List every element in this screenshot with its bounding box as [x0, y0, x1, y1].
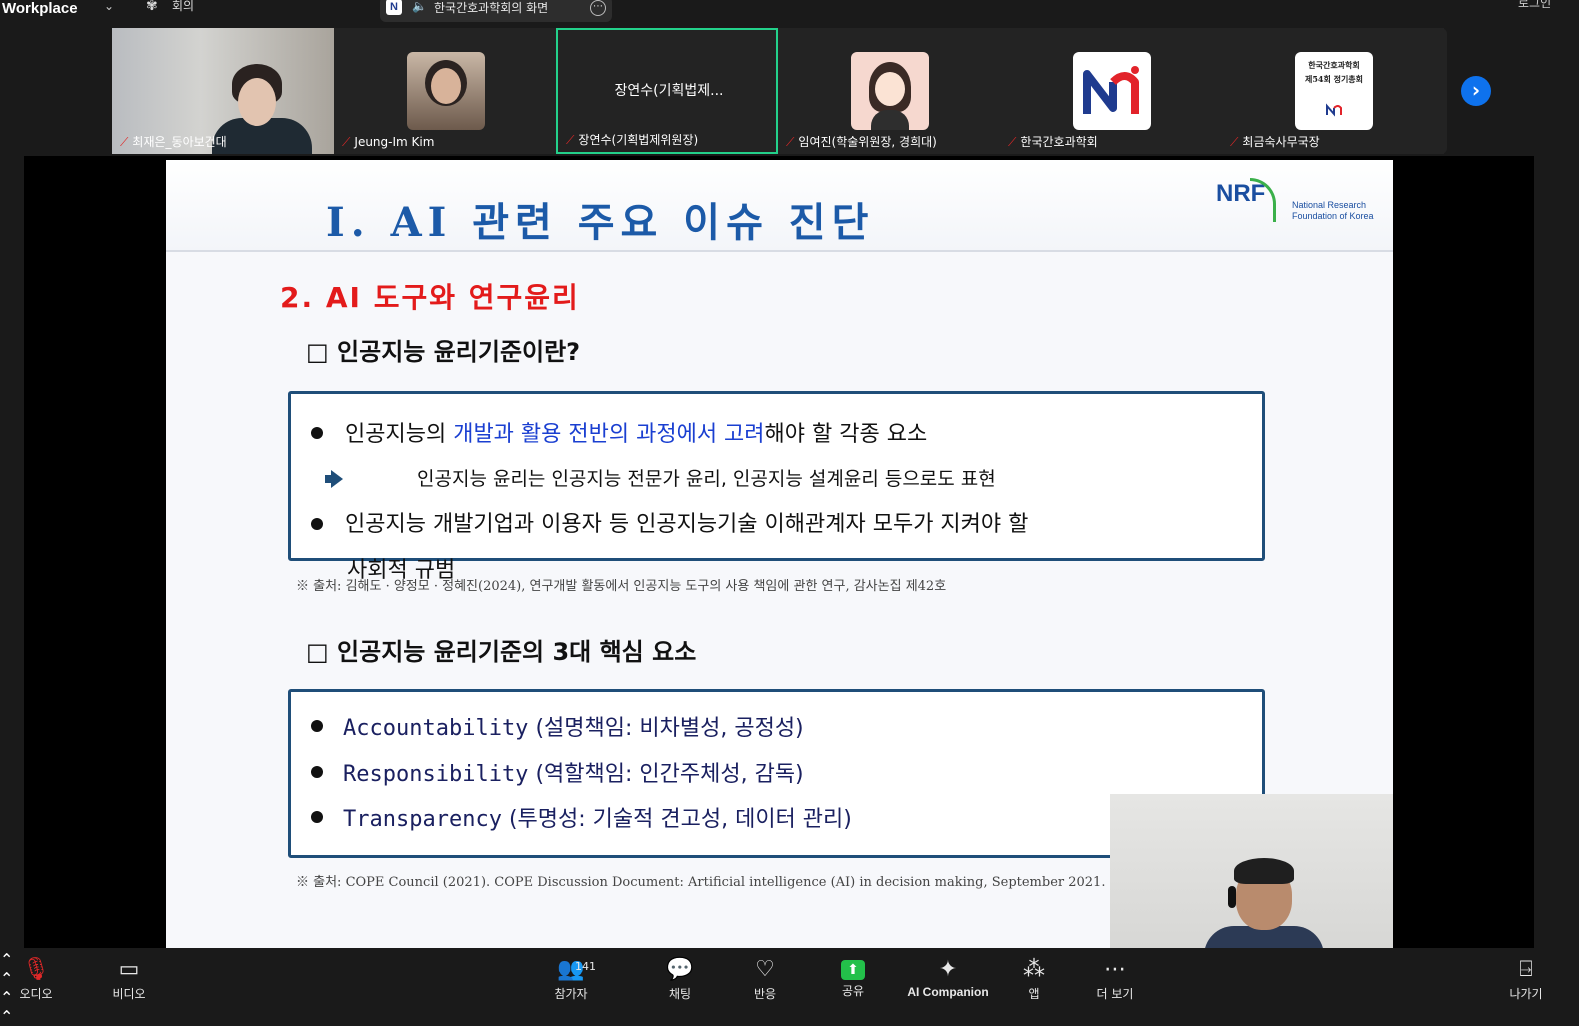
share-label: 공유 [841, 984, 865, 998]
muted-mic-icon: ⟋ [1230, 135, 1239, 149]
citation: ※ 출처: COPE Council (2021). COPE Discussi… [296, 875, 1106, 890]
participants-button[interactable]: 👥 141 참가자 [531, 950, 611, 1002]
participant-tile[interactable]: ⟋ 최재은_동아보건대 [112, 28, 334, 154]
muted-mic-icon: ⟋ [342, 135, 351, 149]
participant-name: ⟋ 장연수(기획법제위원장) [566, 133, 699, 147]
participant-display-name: 장연수(기획법제... [614, 83, 724, 99]
poster-line: 한국간호과학회 [1308, 60, 1360, 70]
bullet-icon [311, 427, 323, 439]
more-label: 더 보기 [1096, 987, 1134, 1001]
participant-poster: 한국간호과학회 제54회 정기총회 [1295, 52, 1373, 130]
ai-companion-button[interactable]: ✦ AI Companion [900, 950, 996, 999]
participant-tile-active-speaker[interactable]: 장연수(기획법제... ⟋ 장연수(기획법제위원장) [556, 28, 778, 154]
leave-label: 나가기 [1509, 987, 1543, 1001]
video-camera-icon: ▭ [118, 957, 140, 982]
leave-button[interactable]: ⍈ 나가기 [1486, 950, 1566, 1002]
screen-share-indicator[interactable]: N 🔈 한국간호과학회의 화면 ⋯ [380, 0, 612, 22]
society-logo-icon [1073, 52, 1151, 130]
audio-button[interactable]: 🎙 오디오 [0, 950, 76, 1002]
question-heading: □ 인공지능 윤리기준이란? [306, 338, 581, 366]
nrf-sub-line: National Research [1292, 200, 1367, 210]
reactions-button[interactable]: ♡ 반응 [725, 950, 805, 1002]
top-bar: Workplace ⌄ ✾ 회의 N 🔈 한국간호과학회의 화면 ⋯ 로그인 [0, 0, 1579, 26]
chat-icon: 💬 [666, 957, 694, 982]
question-heading: □ 인공지능 윤리기준의 3대 핵심 요소 [306, 638, 697, 666]
presenter-video[interactable] [1110, 794, 1393, 948]
reactions-label: 반응 [753, 987, 777, 1001]
participants-icon: 👥 [557, 957, 585, 982]
video-label: 비디오 [112, 987, 146, 1001]
participant-tile[interactable]: 한국간호과학회 제54회 정기총회 ⟋ 최금숙사무국장 [1222, 28, 1444, 154]
share-arrow-icon: ⬆ [841, 960, 865, 980]
participant-count: 141 [575, 960, 596, 973]
sub-bullet-text: 인공지능 윤리는 인공지능 전문가 윤리, 인공지능 설계윤리 등으로도 표현 [417, 468, 996, 490]
speaker-icon[interactable]: 🔈 [412, 0, 427, 13]
nrf-sub-line: Foundation of Korea [1292, 211, 1374, 221]
meeting-label[interactable]: 회의 [172, 0, 194, 14]
nrf-logo-subtitle: National Research Foundation of Korea [1292, 200, 1374, 222]
bullet-icon [311, 720, 323, 732]
participant-strip: ⟋ 최재은_동아보건대 ⟋ Jeung-Im Kim 장연수(기획법제... ⟋ 장연… [112, 28, 1447, 154]
meeting-toolbar: 🎙 오디오 ⌃ ▭ 비디오 ⌃ 👥 141 참가자 ⌃ 💬 채팅 ⌃ ♡ 반응 … [0, 950, 1579, 1026]
arrow-right-icon [331, 470, 343, 488]
more-options-icon[interactable]: ⋯ [590, 0, 606, 16]
participant-name: ⟋ 최재은_동아보건대 [120, 135, 227, 149]
slide-title: Ⅰ. AI 관련 주요 이슈 진단 [326, 199, 875, 246]
section-heading: 2. AI 도구와 연구윤리 [280, 281, 580, 314]
meeting-icon[interactable]: ✾ [146, 0, 158, 14]
sparkle-icon: ✦ [938, 957, 958, 982]
bullet-text: 인공지능 개발기업과 이용자 등 인공지능기술 이해관계자 모두가 지켜야 할 [345, 512, 1029, 537]
participant-tile[interactable]: ⟋ 임여진(학술위원장, 경희대) [778, 28, 1000, 154]
audio-label: 오디오 [19, 987, 53, 1001]
share-title: 한국간호과학회의 화면 [434, 1, 549, 15]
video-button[interactable]: ▭ 비디오 [89, 950, 169, 1002]
apps-button[interactable]: ⁂ 앱 [994, 950, 1074, 1002]
ai-companion-label: AI Companion [907, 985, 989, 999]
video-person-face [238, 78, 276, 126]
participant-name: ⟋ 최금숙사무국장 [1230, 135, 1320, 149]
next-page-chevron-icon[interactable]: › [1461, 76, 1491, 106]
muted-mic-icon: ⟋ [1008, 135, 1017, 149]
muted-mic-icon: ⟋ [120, 135, 129, 149]
apps-label: 앱 [1028, 987, 1040, 1001]
core-element: Responsibility (역할책임: 인간주체성, 감독) [343, 762, 804, 787]
share-logo-icon: N [386, 0, 402, 15]
core-element: Accountability (설명책임: 비차별성, 공정성) [343, 716, 804, 741]
participants-label: 참가자 [554, 987, 588, 1001]
more-button[interactable]: ⋯ 더 보기 [1075, 950, 1155, 1002]
muted-mic-icon: 🎙 [22, 957, 50, 982]
chat-options-caret-icon[interactable]: ⌃ [0, 1007, 1579, 1026]
heart-icon: ♡ [755, 957, 775, 982]
participant-photo [407, 52, 485, 130]
bullet-icon [311, 518, 323, 530]
apps-icon: ⁂ [1023, 957, 1045, 982]
bullet-icon [311, 811, 323, 823]
bullet-text: 인공지능의 개발과 활용 전반의 과정에서 고려해야 할 각종 요소 [345, 422, 928, 447]
poster-line: 제54회 정기총회 [1304, 74, 1364, 84]
share-screen-button[interactable]: ⬆ 공유 [813, 950, 893, 999]
participant-tile[interactable]: ⟋ 한국간호과학회 [1000, 28, 1222, 154]
chat-button[interactable]: 💬 채팅 [640, 950, 720, 1002]
core-element: Transparency (투명성: 기술적 견고성, 데이터 관리) [343, 807, 852, 832]
presenter-hair [1234, 858, 1294, 884]
app-brand: Workplace [2, 0, 78, 17]
citation: ※ 출처: 김해도 · 양정모 · 정혜진(2024), 연구개발 활동에서 인… [296, 579, 947, 594]
participant-name: ⟋ 임여진(학술위원장, 경희대) [786, 135, 937, 149]
definition-box: 인공지능의 개발과 활용 전반의 과정에서 고려해야 할 각종 요소 인공지능 … [288, 391, 1265, 583]
login-label[interactable]: 로그인 [1518, 0, 1551, 11]
more-dots-icon: ⋯ [1104, 957, 1126, 982]
participant-tile[interactable]: ⟋ Jeung-Im Kim [334, 28, 556, 154]
muted-mic-icon: ⟋ [786, 135, 795, 149]
participant-name: ⟋ Jeung-Im Kim [342, 135, 435, 149]
chat-label: 채팅 [668, 987, 692, 1001]
participant-avatar [851, 52, 929, 130]
headset-icon [1228, 886, 1236, 908]
participant-name: ⟋ 한국간호과학회 [1008, 135, 1098, 149]
muted-mic-icon: ⟋ [566, 133, 575, 147]
society-mini-logo-icon [1325, 102, 1343, 117]
chevron-down-icon[interactable]: ⌄ [104, 0, 114, 13]
bullet-icon [311, 766, 323, 778]
exit-door-icon: ⍈ [1519, 957, 1533, 982]
